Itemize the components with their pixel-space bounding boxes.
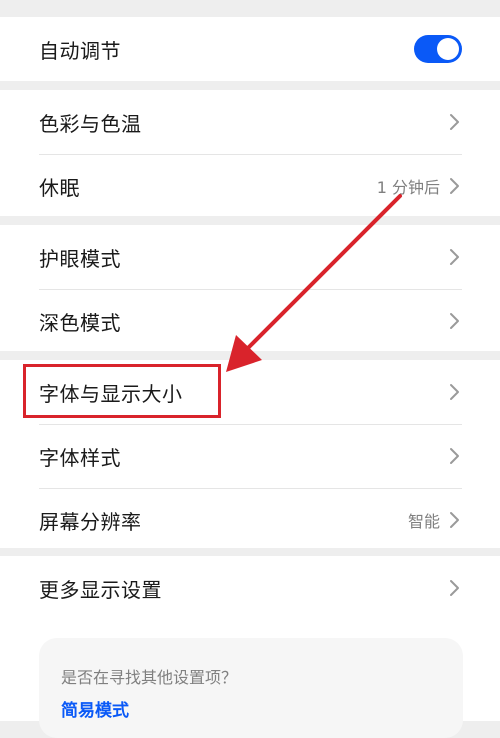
divider bbox=[39, 424, 462, 425]
font-display-size-row[interactable]: 字体与显示大小 bbox=[0, 360, 500, 424]
divider bbox=[39, 154, 462, 155]
dark-mode-row[interactable]: 深色模式 bbox=[0, 289, 500, 353]
auto-adjust-label: 自动调节 bbox=[39, 38, 121, 63]
simple-mode-link[interactable]: 简易模式 bbox=[61, 696, 129, 721]
chevron-right-icon bbox=[450, 580, 459, 596]
color-temperature-label: 色彩与色温 bbox=[39, 111, 142, 136]
divider bbox=[39, 488, 462, 489]
more-display-settings-label: 更多显示设置 bbox=[39, 577, 162, 602]
color-temperature-right bbox=[446, 112, 462, 132]
chevron-right-icon bbox=[450, 178, 459, 194]
dark-mode-right bbox=[446, 311, 462, 331]
suggestion-question: 是否在寻找其他设置项？ bbox=[61, 668, 238, 687]
screen-resolution-right: 智能 bbox=[408, 508, 462, 532]
dark-mode-label: 深色模式 bbox=[39, 310, 121, 335]
more-display-settings-row[interactable]: 更多显示设置 bbox=[0, 556, 500, 620]
suggestion-card: 是否在寻找其他设置项？ 简易模式 bbox=[39, 638, 463, 738]
font-resolution-group: 字体与显示大小 字体样式 屏幕分辨率 智能 bbox=[0, 360, 500, 548]
more-display-settings-right bbox=[446, 578, 462, 598]
sleep-right: 1 分钟后 bbox=[377, 174, 462, 198]
chevron-right-icon bbox=[450, 384, 459, 400]
sleep-value: 1 分钟后 bbox=[376, 178, 440, 197]
chevron-right-icon bbox=[450, 313, 459, 329]
auto-adjust-control bbox=[414, 35, 462, 63]
chevron-right-icon bbox=[450, 448, 459, 464]
screen-resolution-row[interactable]: 屏幕分辨率 智能 bbox=[0, 488, 500, 552]
color-temperature-row[interactable]: 色彩与色温 bbox=[0, 90, 500, 154]
eye-comfort-label: 护眼模式 bbox=[39, 246, 121, 271]
eye-dark-group: 护眼模式 深色模式 bbox=[0, 225, 500, 351]
toggle-knob bbox=[437, 38, 459, 60]
chevron-right-icon bbox=[450, 512, 459, 528]
eye-comfort-right bbox=[446, 247, 462, 267]
auto-adjust-toggle[interactable] bbox=[414, 35, 462, 63]
sleep-label: 休眠 bbox=[39, 175, 80, 200]
auto-adjust-row[interactable]: 自动调节 bbox=[0, 17, 500, 81]
sleep-row[interactable]: 休眠 1 分钟后 bbox=[0, 154, 500, 218]
font-style-row[interactable]: 字体样式 bbox=[0, 424, 500, 488]
screen-resolution-value: 智能 bbox=[407, 512, 440, 531]
color-sleep-group: 色彩与色温 休眠 1 分钟后 bbox=[0, 90, 500, 216]
font-style-label: 字体样式 bbox=[39, 445, 121, 470]
font-style-right bbox=[446, 446, 462, 466]
divider bbox=[39, 289, 462, 290]
font-display-size-right bbox=[446, 382, 462, 402]
chevron-right-icon bbox=[450, 249, 459, 265]
font-display-size-label: 字体与显示大小 bbox=[39, 381, 183, 406]
screen-resolution-label: 屏幕分辨率 bbox=[39, 509, 142, 534]
auto-adjust-group: 自动调节 bbox=[0, 17, 500, 81]
eye-comfort-row[interactable]: 护眼模式 bbox=[0, 225, 500, 289]
chevron-right-icon bbox=[450, 114, 459, 130]
